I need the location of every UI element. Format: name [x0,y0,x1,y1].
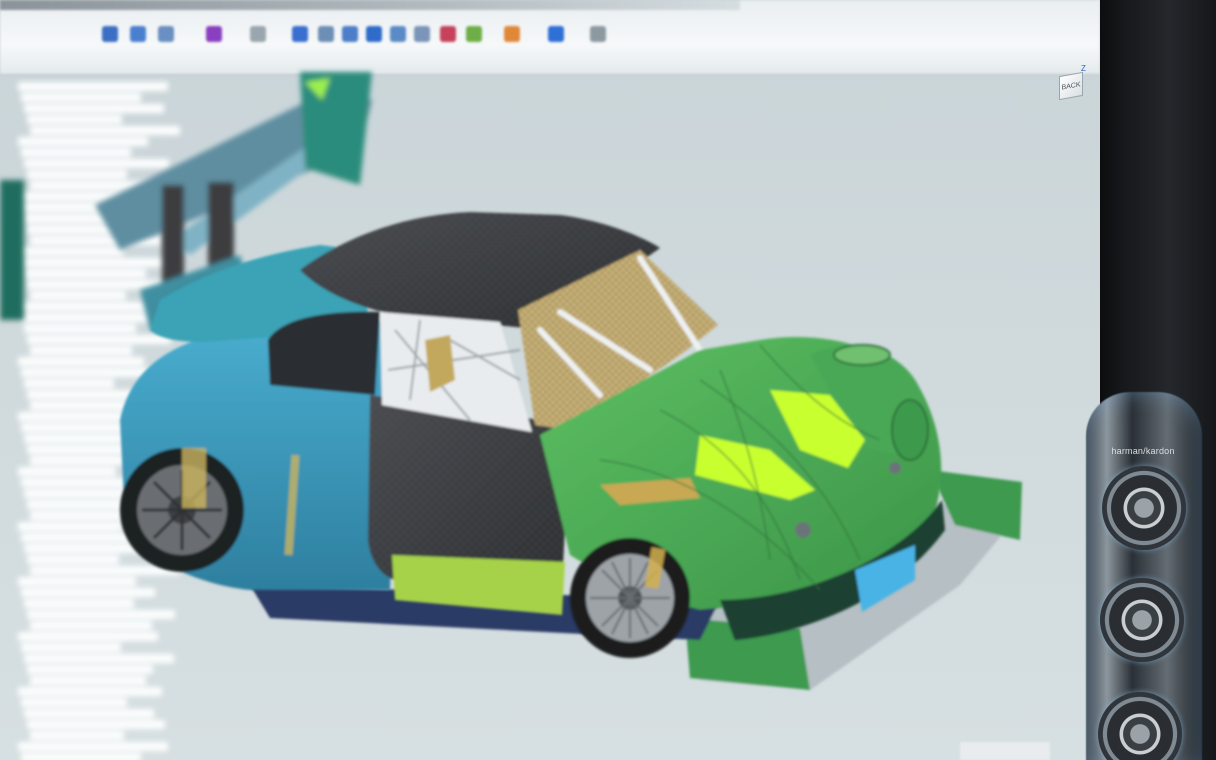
photo-of-monitor: BACK Z harman/kardon [0,0,1216,760]
3d-viewport[interactable] [0,0,1100,760]
view-cube[interactable]: BACK Z [1055,64,1087,102]
cad-application-window: BACK Z [0,0,1100,760]
speaker-brand-logo: harman/kardon [1111,446,1175,456]
status-bar-fragment [960,742,1050,760]
view-cube-axis-label: Z [1081,64,1086,73]
car-body [120,212,945,658]
speaker-driver-top [1102,466,1186,550]
view-cube-face[interactable]: BACK [1059,71,1083,101]
speaker-driver-middle [1100,578,1184,662]
